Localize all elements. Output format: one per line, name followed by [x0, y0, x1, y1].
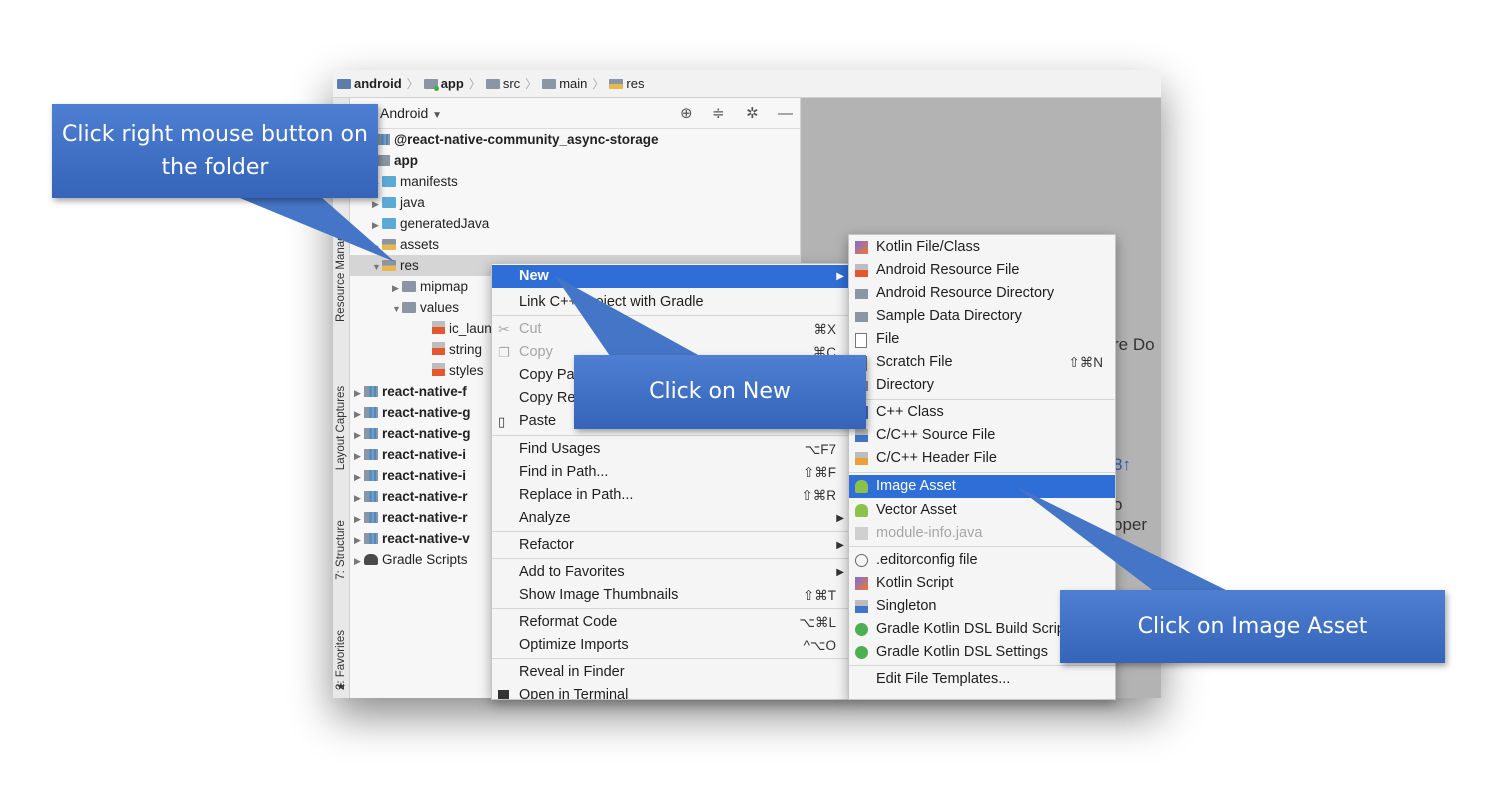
callout-pointer-new [555, 276, 700, 356]
callout-pointer-right-click [235, 196, 395, 262]
callout-right-click: Click right mouse button on the folder [52, 104, 378, 198]
callout-pointer-image-asset [1015, 486, 1230, 592]
callout-new: Click on New [574, 355, 866, 429]
callout-image-asset: Click on Image Asset [1060, 590, 1445, 663]
